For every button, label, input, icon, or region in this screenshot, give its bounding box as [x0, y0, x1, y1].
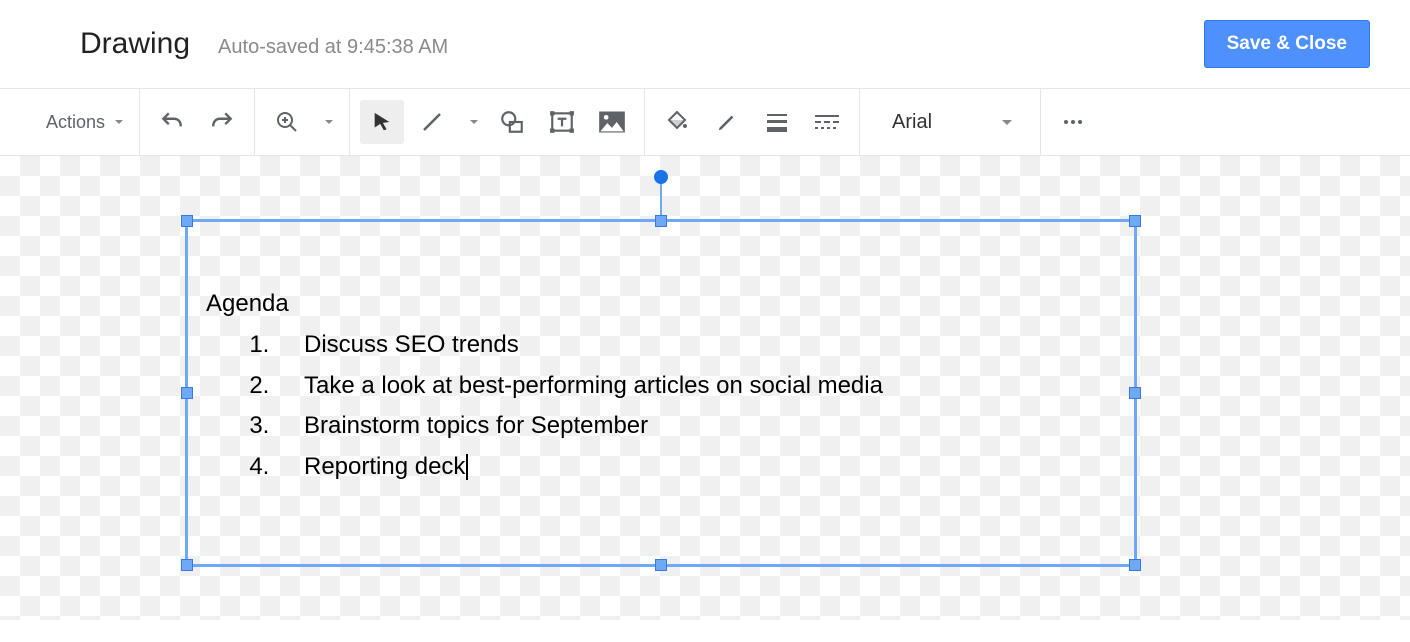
- resize-handle-tm[interactable]: [655, 215, 667, 227]
- pencil-icon: [716, 111, 738, 133]
- text-cursor: [466, 454, 468, 480]
- textbox-heading: Agenda: [206, 284, 883, 325]
- shape-tool-button[interactable]: [490, 100, 534, 144]
- caret-down-icon: [325, 120, 333, 124]
- shape-icon: [499, 109, 525, 135]
- dialog-title: Drawing: [80, 27, 190, 61]
- font-name-label: Arial: [892, 111, 932, 134]
- toolbar-group-font: Arial: [860, 89, 1041, 155]
- actions-label: Actions: [46, 112, 105, 133]
- toolbar-group-actions: Actions: [0, 89, 140, 155]
- dialog-header: Drawing Auto-saved at 9:45:38 AM Save & …: [0, 0, 1410, 88]
- textbox-content[interactable]: Agenda Discuss SEO trends Take a look at…: [206, 284, 883, 488]
- selected-textbox[interactable]: Agenda Discuss SEO trends Take a look at…: [185, 219, 1137, 567]
- fill-color-button[interactable]: [655, 100, 699, 144]
- more-button[interactable]: [1051, 100, 1095, 144]
- save-close-button[interactable]: Save & Close: [1204, 20, 1370, 68]
- resize-handle-mr[interactable]: [1129, 387, 1141, 399]
- list-item: Reporting deck: [276, 447, 883, 488]
- undo-button[interactable]: [150, 100, 194, 144]
- autosave-status: Auto-saved at 9:45:38 AM: [218, 36, 448, 59]
- resize-handle-tl[interactable]: [181, 215, 193, 227]
- border-dash-button[interactable]: [805, 100, 849, 144]
- caret-down-icon: [1002, 120, 1012, 125]
- caret-down-icon: [470, 120, 478, 124]
- caret-down-icon: [115, 120, 123, 124]
- toolbar: Actions: [0, 88, 1410, 156]
- border-color-button[interactable]: [705, 100, 749, 144]
- list-item: Discuss SEO trends: [276, 325, 883, 366]
- image-icon: [598, 110, 626, 134]
- image-tool-button[interactable]: [590, 100, 634, 144]
- textbox-icon: [549, 109, 575, 135]
- resize-handle-tr[interactable]: [1129, 215, 1141, 227]
- line-dropdown-button[interactable]: [460, 100, 484, 144]
- select-tool-button[interactable]: [360, 100, 404, 144]
- line-tool-button[interactable]: [410, 100, 454, 144]
- toolbar-group-tools: [350, 89, 645, 155]
- resize-handle-br[interactable]: [1129, 559, 1141, 571]
- resize-handle-bl[interactable]: [181, 559, 193, 571]
- more-horizontal-icon: [1061, 110, 1085, 134]
- toolbar-group-zoom: [255, 89, 350, 155]
- textbox-list: Discuss SEO trends Take a look at best-p…: [276, 325, 883, 488]
- zoom-button[interactable]: [265, 100, 309, 144]
- resize-handle-bm[interactable]: [655, 559, 667, 571]
- redo-icon: [209, 109, 235, 135]
- undo-icon: [159, 109, 185, 135]
- actions-menu-button[interactable]: Actions: [40, 100, 129, 144]
- rotate-handle[interactable]: [654, 170, 668, 184]
- zoom-dropdown-button[interactable]: [315, 100, 339, 144]
- font-family-select[interactable]: Arial: [870, 100, 1030, 144]
- border-weight-button[interactable]: [755, 100, 799, 144]
- drawing-canvas[interactable]: Agenda Discuss SEO trends Take a look at…: [0, 156, 1410, 620]
- cursor-icon: [371, 111, 393, 133]
- textbox-tool-button[interactable]: [540, 100, 584, 144]
- resize-handle-ml[interactable]: [181, 387, 193, 399]
- list-item: Take a look at best-performing articles …: [276, 366, 883, 407]
- header-left: Drawing Auto-saved at 9:45:38 AM: [80, 27, 448, 61]
- line-weight-icon: [765, 112, 789, 132]
- line-icon: [420, 110, 444, 134]
- line-dash-icon: [814, 113, 840, 131]
- toolbar-group-undo-redo: [140, 89, 255, 155]
- redo-button[interactable]: [200, 100, 244, 144]
- toolbar-group-more: [1041, 89, 1105, 155]
- rotate-handle-line: [660, 178, 662, 218]
- paint-bucket-icon: [665, 110, 689, 134]
- list-item: Brainstorm topics for September: [276, 406, 883, 447]
- toolbar-group-format: [645, 89, 860, 155]
- zoom-icon: [275, 110, 299, 134]
